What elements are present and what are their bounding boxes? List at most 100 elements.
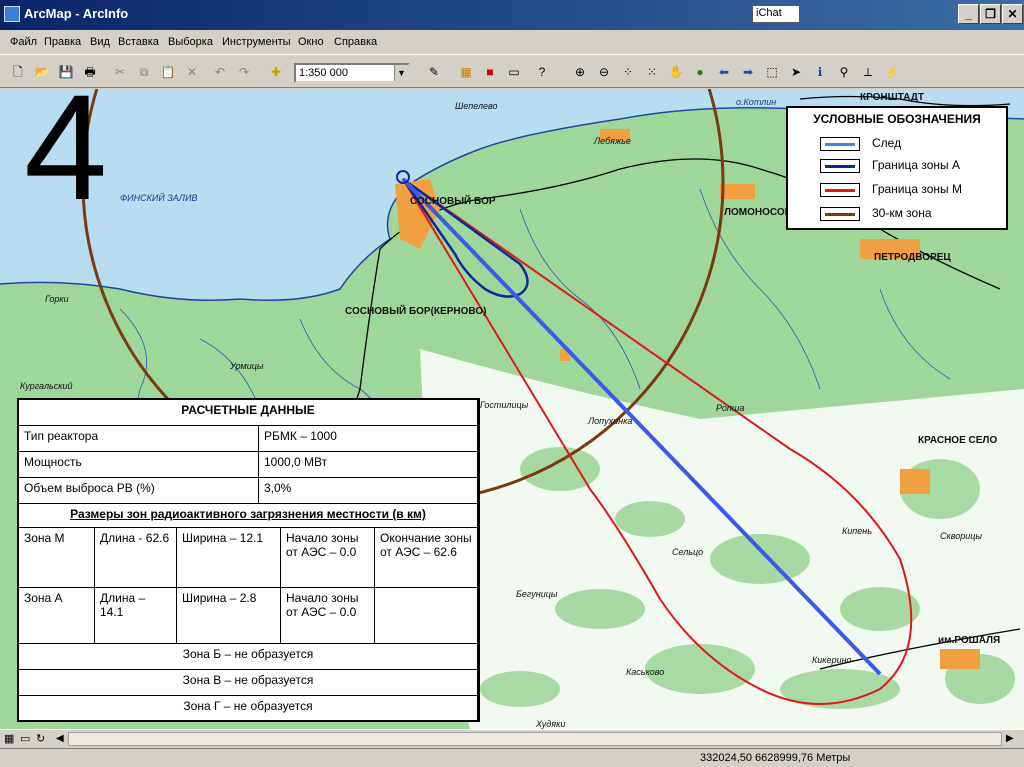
menu-file[interactable]: Файл [10, 36, 37, 48]
identify-icon[interactable]: ℹ [810, 62, 830, 82]
window-icon[interactable]: ▭ [504, 62, 524, 82]
row-label: Мощность [19, 452, 259, 478]
zone-m-length: Длина - 62.6 [95, 528, 177, 588]
arctoolbox-icon[interactable]: ▦ [456, 62, 476, 82]
zone-a-start: Начало зоны от АЭС – 0.0 [281, 588, 375, 644]
label-im-roshalya: им.РОШАЛЯ [938, 635, 1001, 646]
status-bar: 332024,50 6628999,76 Метры [0, 748, 1024, 767]
delete-icon[interactable]: ✕ [182, 62, 202, 82]
back-arrow-icon[interactable]: ⬅ [714, 62, 734, 82]
map-legend: УСЛОВНЫЕ ОБОЗНАЧЕНИЯ След Граница зоны А… [786, 106, 1008, 230]
label-sosnovy-bor-kernovo: СОСНОВЫЙ БОР(КЕРНОВО) [345, 306, 487, 317]
menu-help[interactable]: Справка [334, 36, 377, 48]
copy-icon[interactable]: ⧉ [134, 62, 154, 82]
zone-v-note: Зона В – не образуется [19, 670, 478, 696]
data-view-icon[interactable]: ▦ [4, 732, 14, 745]
label-sosnovy-bor: СОСНОВЫЙ БОР [410, 196, 496, 207]
cut-icon[interactable]: ✂ [110, 62, 130, 82]
fixed-zoom-in-icon[interactable]: ⁘ [618, 62, 638, 82]
row-value: 1000,0 МВт [259, 452, 478, 478]
measure-icon[interactable]: ⟂ [858, 62, 878, 82]
add-data-icon[interactable]: ✚ [266, 62, 286, 82]
zone-a-width: Ширина – 2.8 [177, 588, 281, 644]
label-kaskovo: Каськово [626, 667, 665, 677]
zone-a-name: Зона А [19, 588, 95, 644]
scroll-left-icon[interactable]: ◀ [56, 733, 64, 744]
label-shepelevo: Шепелево [455, 101, 498, 111]
menu-bar: Файл Правка Вид Вставка Выборка Инструме… [0, 30, 1024, 54]
label-kipen: Кипень [842, 526, 872, 536]
menu-edit[interactable]: Правка [44, 36, 81, 48]
zones-title: Размеры зон радиоактивного загрязнения м… [19, 504, 478, 528]
chevron-down-icon[interactable]: ▼ [394, 65, 408, 81]
row-label: Объем выброса РВ (%) [19, 478, 259, 504]
close-icon[interactable]: ✕ [1002, 4, 1023, 24]
label-finsky-zaliv: ФИНСКИЙ ЗАЛИВ [120, 193, 198, 203]
row-label: Тип реактора [19, 426, 259, 452]
menu-selection[interactable]: Выборка [168, 36, 213, 48]
legend-label: След [872, 136, 902, 150]
slide-number: 4 [24, 63, 108, 231]
editor-icon[interactable]: ✎ [424, 62, 444, 82]
label-gostilitsy: Гостилицы [480, 400, 529, 410]
legend-label: 30-км зона [872, 206, 932, 220]
menu-tools[interactable]: Инструменты [222, 36, 291, 48]
redo-icon[interactable]: ↷ [234, 62, 254, 82]
menu-insert[interactable]: Вставка [118, 36, 159, 48]
coordinates-readout: 332024,50 6628999,76 Метры [700, 752, 851, 764]
whats-this-icon[interactable]: ? [532, 62, 552, 82]
scale-dropdown[interactable]: 1:350 000 ▼ [294, 63, 410, 83]
zone-m-start: Начало зоны от АЭС – 0.0 [281, 528, 375, 588]
forward-arrow-icon[interactable]: ➡ [738, 62, 758, 82]
label-lopukhinka: Лопухинка [588, 416, 633, 426]
pan-hand-icon[interactable]: ✋ [666, 62, 686, 82]
row-value: РБМК – 1000 [259, 426, 478, 452]
zoom-out-icon[interactable]: ⊖ [594, 62, 614, 82]
label-ropsha: Ропша [716, 403, 745, 413]
window-title: ArcMap - ArcInfo [24, 6, 129, 21]
scale-value: 1:350 000 [299, 67, 348, 79]
zone-a-end-empty [375, 588, 478, 644]
undo-icon[interactable]: ↶ [210, 62, 230, 82]
full-extent-icon[interactable]: ● [690, 62, 710, 82]
maximize-icon[interactable]: ❐ [980, 4, 1001, 24]
refresh-icon[interactable]: ↻ [36, 732, 45, 745]
zone-a-length: Длина – 14.1 [95, 588, 177, 644]
label-kurgalsky: Кургальский [20, 381, 73, 391]
horizontal-scrollbar[interactable] [68, 732, 1002, 746]
zone-m-end: Окончание зоны от АЭС – 62.6 [375, 528, 478, 588]
label-urmitsy: Урмицы [230, 361, 264, 371]
toolbox-icon[interactable]: ■ [480, 62, 500, 82]
label-khudyaki: Худяки [536, 719, 566, 729]
label-krasnoe-selo: КРАСНОЕ СЕЛО [918, 435, 998, 446]
legend-label: Граница зоны М [872, 182, 963, 196]
legend-title: УСЛОВНЫЕ ОБОЗНАЧЕНИЯ [813, 112, 981, 126]
toolbar: 🗋 📂 💾 🖶 ✂ ⧉ 📋 ✕ ↶ ↷ ✚ 1:350 000 ▼ ✎ ▦ ■ … [0, 54, 1024, 88]
minimize-icon[interactable]: _ [958, 4, 979, 24]
label-skvoritsy: Скворицы [940, 531, 983, 541]
hyperlink-icon[interactable]: ⚡ [882, 62, 902, 82]
row-value: 3,0% [259, 478, 478, 504]
scroll-right-icon[interactable]: ▶ [1006, 733, 1014, 744]
title-bar: ArcMap - ArcInfo iChat _ ❐ ✕ [0, 0, 1024, 30]
paste-icon[interactable]: 📋 [158, 62, 178, 82]
label-lebyazhe: Лебяжье [594, 136, 631, 146]
label-kotlin: о.Котлин [736, 97, 777, 107]
label-begunitsy: Бегуницы [516, 589, 558, 599]
menu-window[interactable]: Окно [298, 36, 324, 48]
select-elements-icon[interactable]: ➤ [786, 62, 806, 82]
arcmap-icon [4, 6, 20, 22]
fixed-zoom-out-icon[interactable]: ⁙ [642, 62, 662, 82]
label-kronshtadt: КРОНШТАДТ [860, 92, 924, 103]
layout-view-icon[interactable]: ▭ [20, 732, 30, 745]
calc-data-table: РАСЧЕТНЫЕ ДАННЫЕ Тип реактора РБМК – 100… [17, 398, 480, 722]
layout-scroll-bar: ▦ ▭ ↻ ◀ ▶ [0, 729, 1024, 748]
calc-title: РАСЧЕТНЫЕ ДАННЫЕ [19, 400, 478, 426]
label-seltso: Сельцо [672, 547, 704, 557]
ichat-button[interactable]: iChat [752, 5, 800, 23]
find-binoculars-icon[interactable]: ⚲ [834, 62, 854, 82]
zoom-in-icon[interactable]: ⊕ [570, 62, 590, 82]
select-features-icon[interactable]: ⬚ [762, 62, 782, 82]
label-lomonosov: ЛОМОНОСОВ [724, 207, 792, 218]
menu-view[interactable]: Вид [90, 36, 110, 48]
